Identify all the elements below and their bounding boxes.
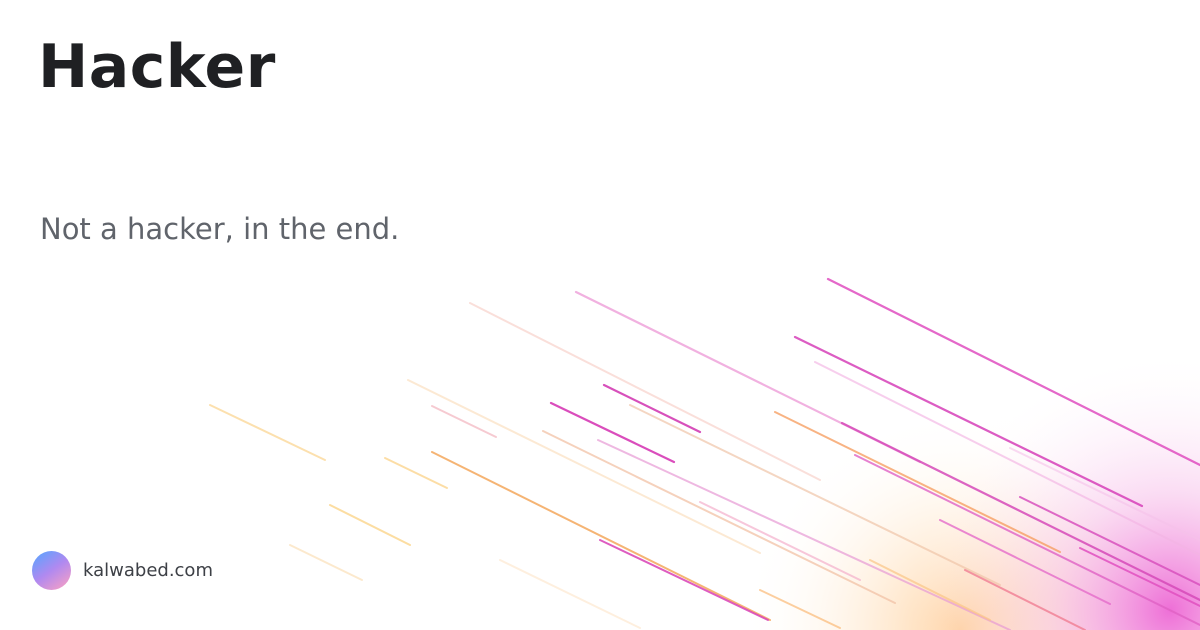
streak [549, 401, 676, 464]
streak [289, 544, 363, 581]
streak [499, 559, 641, 629]
streak [431, 405, 497, 438]
avatar [32, 550, 71, 590]
page-title: Hacker [38, 32, 276, 102]
streak [209, 404, 326, 461]
page-subtitle: Not a hacker, in the end. [40, 212, 400, 246]
glow-pink [820, 360, 1200, 630]
streak [384, 457, 448, 489]
site-brand[interactable]: kalwabed.com [32, 550, 213, 590]
site-domain: kalwabed.com [83, 559, 213, 581]
streak [329, 504, 411, 546]
streak [602, 383, 702, 434]
